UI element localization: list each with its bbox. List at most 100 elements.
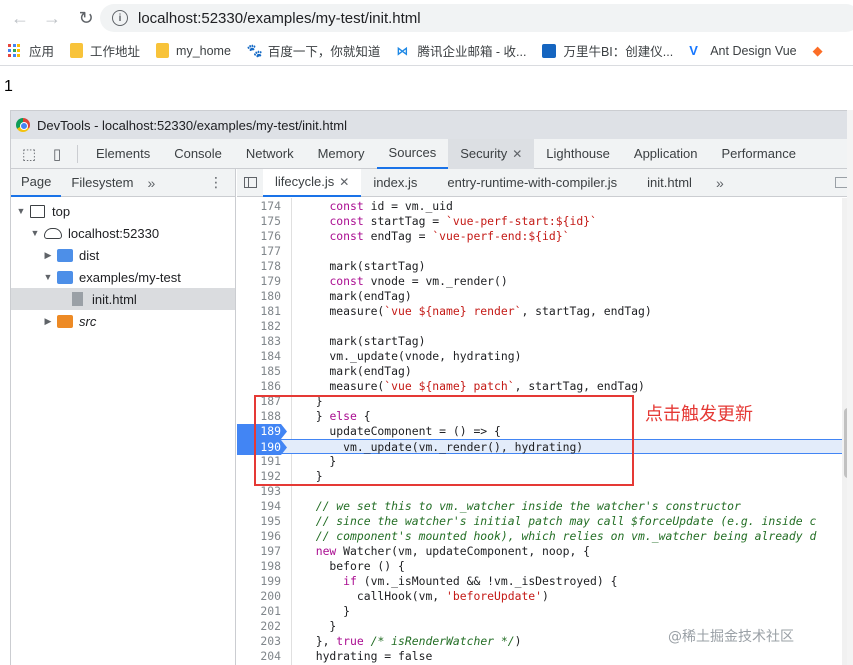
code-line[interactable]: 174 const id = vm._uid bbox=[237, 199, 842, 214]
code-line[interactable]: 196 // component's mounted hook), which … bbox=[237, 529, 842, 544]
tree-item-src[interactable]: ▶ src bbox=[11, 310, 235, 332]
file-tab-init-html[interactable]: init.html bbox=[635, 169, 704, 197]
chevron-down-icon[interactable]: ▼ bbox=[29, 228, 41, 238]
code-line[interactable]: 193 bbox=[237, 484, 842, 499]
more-tabs-chevron-icon[interactable]: » bbox=[144, 175, 160, 191]
code-line[interactable]: 199 if (vm._isMounted && !vm._isDestroye… bbox=[237, 574, 842, 589]
line-number[interactable]: 193 bbox=[237, 484, 281, 499]
chevron-down-icon[interactable]: ▼ bbox=[15, 206, 27, 216]
tab-security[interactable]: Security ✕ bbox=[448, 138, 535, 169]
tab-application[interactable]: Application bbox=[622, 139, 710, 169]
line-number[interactable]: 199 bbox=[237, 574, 281, 589]
line-number[interactable]: 202 bbox=[237, 619, 281, 634]
tree-item-top[interactable]: ▼ top bbox=[11, 200, 235, 222]
line-number[interactable]: 200 bbox=[237, 589, 281, 604]
tree-item-localhost[interactable]: ▼ localhost:52330 bbox=[11, 222, 235, 244]
watermark: @稀土掘金技术社区 bbox=[668, 629, 794, 645]
tree-item-dist[interactable]: ▶ dist bbox=[11, 244, 235, 266]
chevron-right-icon[interactable]: ▶ bbox=[42, 316, 54, 327]
line-number[interactable]: 176 bbox=[237, 229, 281, 244]
bookmark-work-address[interactable]: 工作地址 bbox=[70, 41, 140, 60]
code-line[interactable]: 179 const vnode = vm._render() bbox=[237, 274, 842, 289]
line-number[interactable]: 182 bbox=[237, 319, 281, 334]
line-number[interactable]: 179 bbox=[237, 274, 281, 289]
code-line[interactable]: 181 measure(`vue ${name} render`, startT… bbox=[237, 304, 842, 319]
tree-item-examples-my-test[interactable]: ▼ examples/my-test bbox=[11, 266, 235, 288]
code-line[interactable]: 201 } bbox=[237, 604, 842, 619]
file-tab-lifecycle-js[interactable]: lifecycle.js ✕ bbox=[263, 168, 362, 197]
line-number[interactable]: 185 bbox=[237, 364, 281, 379]
tab-lighthouse[interactable]: Lighthouse bbox=[534, 139, 622, 169]
code-line[interactable]: 185 mark(endTag) bbox=[237, 364, 842, 379]
code-line[interactable]: 195 // since the watcher's initial patch… bbox=[237, 514, 842, 529]
close-icon[interactable]: ✕ bbox=[339, 175, 349, 189]
tab-sources[interactable]: Sources bbox=[376, 139, 449, 169]
info-icon[interactable]: i bbox=[112, 10, 128, 26]
line-number[interactable]: 195 bbox=[237, 514, 281, 529]
code-line[interactable]: 198 before () { bbox=[237, 559, 842, 574]
line-number[interactable]: 180 bbox=[237, 289, 281, 304]
tab-memory[interactable]: Memory bbox=[306, 139, 377, 169]
line-number[interactable]: 204 bbox=[237, 649, 281, 664]
line-number[interactable]: 183 bbox=[237, 334, 281, 349]
file-tab-index-js[interactable]: index.js bbox=[361, 169, 429, 197]
line-number[interactable]: 197 bbox=[237, 544, 281, 559]
tab-elements[interactable]: Elements bbox=[84, 139, 162, 169]
bookmark-tencent-mail[interactable]: ⋈ 腾讯企业邮箱 - 收... bbox=[396, 41, 526, 60]
code-text: const vnode = vm._render() bbox=[329, 274, 508, 288]
code-line[interactable]: 180 mark(endTag) bbox=[237, 289, 842, 304]
line-number[interactable]: 178 bbox=[237, 259, 281, 274]
line-number[interactable]: 198 bbox=[237, 559, 281, 574]
close-icon[interactable]: ✕ bbox=[512, 147, 522, 161]
chevron-right-icon[interactable]: ▶ bbox=[42, 250, 54, 261]
line-number[interactable]: 175 bbox=[237, 214, 281, 229]
line-number[interactable]: 186 bbox=[237, 379, 281, 394]
navigator-tab-filesystem[interactable]: Filesystem bbox=[61, 169, 143, 197]
code-line[interactable]: 176 const endTag = `vue-perf-end:${id}` bbox=[237, 229, 842, 244]
bookmark-gitlab[interactable]: ◆ bbox=[813, 43, 834, 58]
toggle-navigator-icon[interactable] bbox=[237, 169, 263, 197]
line-number[interactable]: 184 bbox=[237, 349, 281, 364]
tab-console[interactable]: Console bbox=[162, 139, 234, 169]
tab-network[interactable]: Network bbox=[234, 139, 306, 169]
bookmark-baidu[interactable]: 🐾 百度一下，你就知道 bbox=[247, 41, 381, 60]
code-line[interactable]: 204 hydrating = false bbox=[237, 649, 842, 664]
forward-arrow-icon[interactable]: → bbox=[38, 4, 66, 32]
line-number[interactable]: 181 bbox=[237, 304, 281, 319]
address-bar[interactable]: i localhost:52330/examples/my-test/init.… bbox=[100, 4, 853, 32]
tab-performance[interactable]: Performance bbox=[710, 139, 808, 169]
bookmark-ant-design-vue[interactable]: V Ant Design Vue bbox=[689, 43, 796, 58]
file-tab-entry-runtime[interactable]: entry-runtime-with-compiler.js bbox=[435, 169, 629, 197]
chevron-down-icon[interactable]: ▼ bbox=[42, 272, 54, 282]
bookmark-apps[interactable]: 应用 bbox=[8, 41, 54, 60]
code-line[interactable]: 175 const startTag = `vue-perf-start:${i… bbox=[237, 214, 842, 229]
bookmark-wanliniu[interactable]: 万里牛BI：创建仪... bbox=[542, 41, 673, 60]
code-text: measure(`vue ${name} patch`, startTag, e… bbox=[302, 379, 645, 393]
navigator-tab-page[interactable]: Page bbox=[11, 169, 62, 197]
reload-icon[interactable]: ↻ bbox=[72, 4, 100, 32]
code-line[interactable]: 186 measure(`vue ${name} patch`, startTa… bbox=[237, 379, 842, 394]
code-line[interactable]: 184 vm._update(vnode, hydrating) bbox=[237, 349, 842, 364]
line-number[interactable]: 196 bbox=[237, 529, 281, 544]
code-text: } bbox=[302, 604, 351, 618]
inspect-element-icon[interactable]: ⬚ bbox=[15, 139, 43, 169]
code-line[interactable]: 194 // we set this to vm._watcher inside… bbox=[237, 499, 842, 514]
code-line[interactable]: 177 bbox=[237, 244, 842, 259]
code-line[interactable]: 178 mark(startTag) bbox=[237, 259, 842, 274]
tree-item-init-html[interactable]: init.html bbox=[11, 288, 235, 310]
code-line[interactable]: 200 callHook(vm, 'beforeUpdate') bbox=[237, 589, 842, 604]
bookmark-my-home[interactable]: my_home bbox=[156, 43, 231, 58]
code-line[interactable]: 197 new Watcher(vm, updateComponent, noo… bbox=[237, 544, 842, 559]
line-number[interactable]: 194 bbox=[237, 499, 281, 514]
bookmark-label: 万里牛BI：创建仪... bbox=[563, 45, 674, 59]
code-line[interactable]: 182 bbox=[237, 319, 842, 334]
back-arrow-icon[interactable]: ← bbox=[6, 4, 34, 32]
kebab-menu-icon[interactable]: ⋮ bbox=[209, 174, 223, 191]
more-tabs-chevron-icon[interactable]: » bbox=[712, 175, 728, 191]
device-toolbar-icon[interactable]: ▯ bbox=[43, 139, 71, 169]
line-number[interactable]: 201 bbox=[237, 604, 281, 619]
code-line[interactable]: 183 mark(startTag) bbox=[237, 334, 842, 349]
line-number[interactable]: 174 bbox=[237, 199, 281, 214]
line-number[interactable]: 177 bbox=[237, 244, 281, 259]
line-number[interactable]: 203 bbox=[237, 634, 281, 649]
